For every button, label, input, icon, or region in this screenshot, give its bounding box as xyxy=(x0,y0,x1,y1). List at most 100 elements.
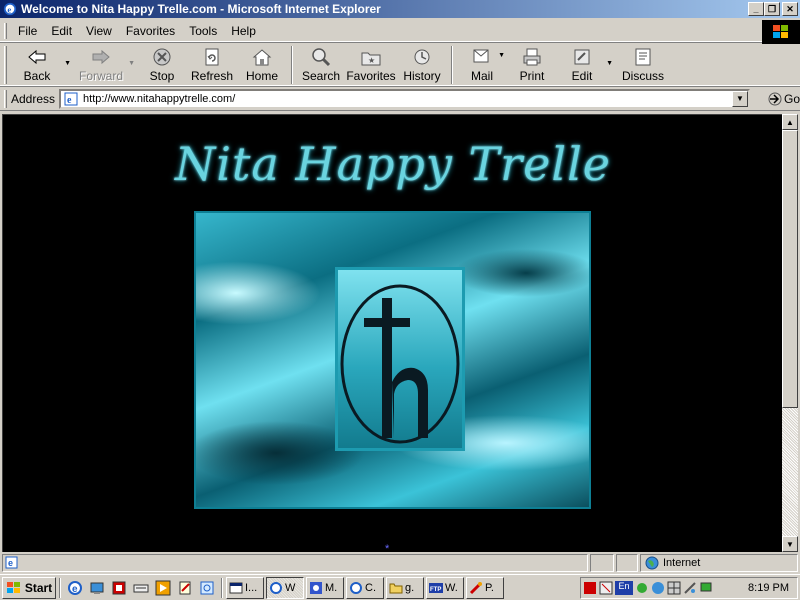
status-main-panel: e xyxy=(2,554,588,572)
toolbar-separator xyxy=(291,46,293,84)
search-label: Search xyxy=(301,69,341,83)
search-button[interactable]: Search xyxy=(297,44,345,84)
address-dropdown-button[interactable]: ▼ xyxy=(731,90,748,107)
forward-button[interactable]: Forward ▼ xyxy=(75,44,135,84)
task-button[interactable]: C. xyxy=(346,576,384,599)
tray-grid-icon[interactable] xyxy=(667,581,681,595)
forward-arrow-icon xyxy=(92,49,110,65)
taskbar-separator xyxy=(221,577,223,598)
logo-banner-image[interactable] xyxy=(194,211,591,509)
discuss-button[interactable]: Discuss xyxy=(617,44,669,84)
nht-logo-image xyxy=(335,267,465,451)
restore-icon: ❐ xyxy=(767,3,777,14)
quicklaunch-app-icon[interactable] xyxy=(110,579,128,597)
svg-text:e: e xyxy=(72,584,78,595)
back-arrow-icon xyxy=(28,49,46,65)
tray-app-icon[interactable] xyxy=(583,581,597,595)
edit-icon xyxy=(574,49,590,65)
page-status-icon: e xyxy=(5,556,18,569)
back-button[interactable]: Back ▼ xyxy=(11,44,71,84)
refresh-button[interactable]: Refresh xyxy=(187,44,237,84)
task-label: I... xyxy=(245,581,258,594)
menu-help[interactable]: Help xyxy=(224,24,263,38)
mail-dropdown-icon[interactable]: ▼ xyxy=(498,52,505,59)
system-tray: En 8:19 PM xyxy=(580,577,798,599)
task-label: P. xyxy=(485,581,494,594)
scroll-track[interactable] xyxy=(782,408,798,536)
toolbar-grip[interactable] xyxy=(4,46,7,84)
task-button-active[interactable]: W xyxy=(266,576,304,599)
favorites-button[interactable]: ★ Favorites xyxy=(345,44,397,84)
menu-tools[interactable]: Tools xyxy=(182,24,224,38)
quicklaunch-keyboard-icon[interactable] xyxy=(132,579,150,597)
forward-dropdown-icon[interactable]: ▼ xyxy=(128,60,135,67)
home-icon xyxy=(252,49,272,66)
tray-network-icon[interactable] xyxy=(635,581,649,595)
menu-edit[interactable]: Edit xyxy=(44,24,79,38)
mail-button[interactable]: Mail ▼ xyxy=(457,44,507,84)
task-button[interactable]: M. xyxy=(306,576,344,599)
scroll-up-button[interactable]: ▲ xyxy=(782,114,798,130)
address-box[interactable]: e ▼ xyxy=(59,88,750,109)
edit-button[interactable]: Edit ▼ xyxy=(557,44,613,84)
quicklaunch-desktop-icon[interactable] xyxy=(88,579,106,597)
window-icon xyxy=(229,582,243,593)
tray-satellite-icon[interactable] xyxy=(683,581,697,595)
browser-window: e Welcome to Nita Happy Trelle.com - Mic… xyxy=(0,0,800,600)
quicklaunch-tool-icon[interactable] xyxy=(198,579,216,597)
back-dropdown-icon[interactable]: ▼ xyxy=(64,60,71,67)
vertical-scrollbar[interactable]: ▲ ▼ xyxy=(782,114,798,552)
task-label: W xyxy=(285,581,296,594)
status-bar: e Internet xyxy=(0,553,800,573)
close-button[interactable]: ✕ xyxy=(782,2,798,16)
menu-favorites[interactable]: Favorites xyxy=(119,24,182,38)
address-grip[interactable] xyxy=(4,89,7,108)
mail-icon xyxy=(473,49,489,63)
home-button[interactable]: Home xyxy=(237,44,287,84)
page-content[interactable]: Nita Happy Trelle * xyxy=(2,114,782,552)
scroll-down-button[interactable]: ▼ xyxy=(782,536,798,552)
quicklaunch-notepad-icon[interactable] xyxy=(176,579,194,597)
menu-file[interactable]: File xyxy=(11,24,44,38)
clock[interactable]: 8:19 PM xyxy=(748,582,789,594)
taskbar-separator xyxy=(59,577,61,598)
task-button[interactable]: P. xyxy=(466,576,504,599)
title-bar[interactable]: e Welcome to Nita Happy Trelle.com - Mic… xyxy=(0,0,800,18)
minimize-button[interactable]: _ xyxy=(748,2,764,16)
tray-globe-icon[interactable] xyxy=(651,581,665,595)
history-button[interactable]: History xyxy=(397,44,447,84)
task-label: g. xyxy=(405,581,415,594)
go-button[interactable]: Go xyxy=(768,92,800,106)
print-button[interactable]: Print xyxy=(507,44,557,84)
restore-button[interactable]: ❐ xyxy=(764,2,780,16)
scroll-thumb[interactable] xyxy=(782,130,798,408)
search-icon xyxy=(312,48,331,67)
status-progress-panel xyxy=(590,554,614,572)
menu-view[interactable]: View xyxy=(79,24,119,38)
menu-grip[interactable] xyxy=(4,22,7,39)
tray-tool-icon[interactable] xyxy=(599,581,613,595)
page-icon: e xyxy=(64,92,78,106)
address-input[interactable] xyxy=(83,92,724,105)
quicklaunch-media-icon[interactable] xyxy=(154,579,172,597)
refresh-icon xyxy=(205,48,219,66)
tray-monitor-icon[interactable] xyxy=(699,581,713,595)
stop-label: Stop xyxy=(149,69,175,83)
quicklaunch-ie-icon[interactable]: e xyxy=(66,579,84,597)
history-label: History xyxy=(403,69,441,83)
windows-logo-icon xyxy=(762,20,800,44)
address-bar: Address e ▼ Go xyxy=(0,87,800,111)
page-bullet: * xyxy=(385,543,390,552)
edit-dropdown-icon[interactable]: ▼ xyxy=(606,60,613,67)
language-indicator[interactable]: En xyxy=(615,581,633,595)
task-button[interactable]: FTP W. xyxy=(426,576,464,599)
task-button[interactable]: g. xyxy=(386,576,424,599)
go-label: Go xyxy=(783,91,800,106)
history-icon xyxy=(414,49,430,65)
stop-button[interactable]: Stop xyxy=(137,44,187,84)
favorites-label: Favorites xyxy=(346,69,396,83)
status-security-panel xyxy=(616,554,638,572)
svg-text:FTP: FTP xyxy=(430,587,441,593)
task-button[interactable]: I... xyxy=(226,576,264,599)
start-button[interactable]: Start xyxy=(2,576,56,599)
